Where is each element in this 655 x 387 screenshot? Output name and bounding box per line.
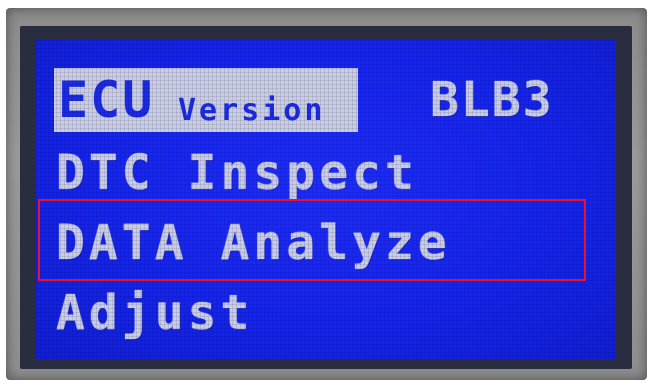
menu-item-label: DTC Inspect xyxy=(56,145,418,201)
selection-highlight-box xyxy=(38,199,586,281)
menu-item-ecu-version[interactable]: ECU Version BLB3 xyxy=(36,64,616,132)
ecu-version-value: BLB3 xyxy=(430,72,554,128)
ecu-label: ECU xyxy=(58,71,155,129)
menu-item-label: Adjust xyxy=(56,285,254,341)
device-photo: ECU Version BLB3 DTC Inspect DATA Analyz… xyxy=(0,0,655,387)
menu-item-dtc-inspect[interactable]: DTC Inspect xyxy=(36,144,616,202)
menu-item-adjust[interactable]: Adjust xyxy=(36,284,616,342)
version-label: Version xyxy=(178,93,326,128)
